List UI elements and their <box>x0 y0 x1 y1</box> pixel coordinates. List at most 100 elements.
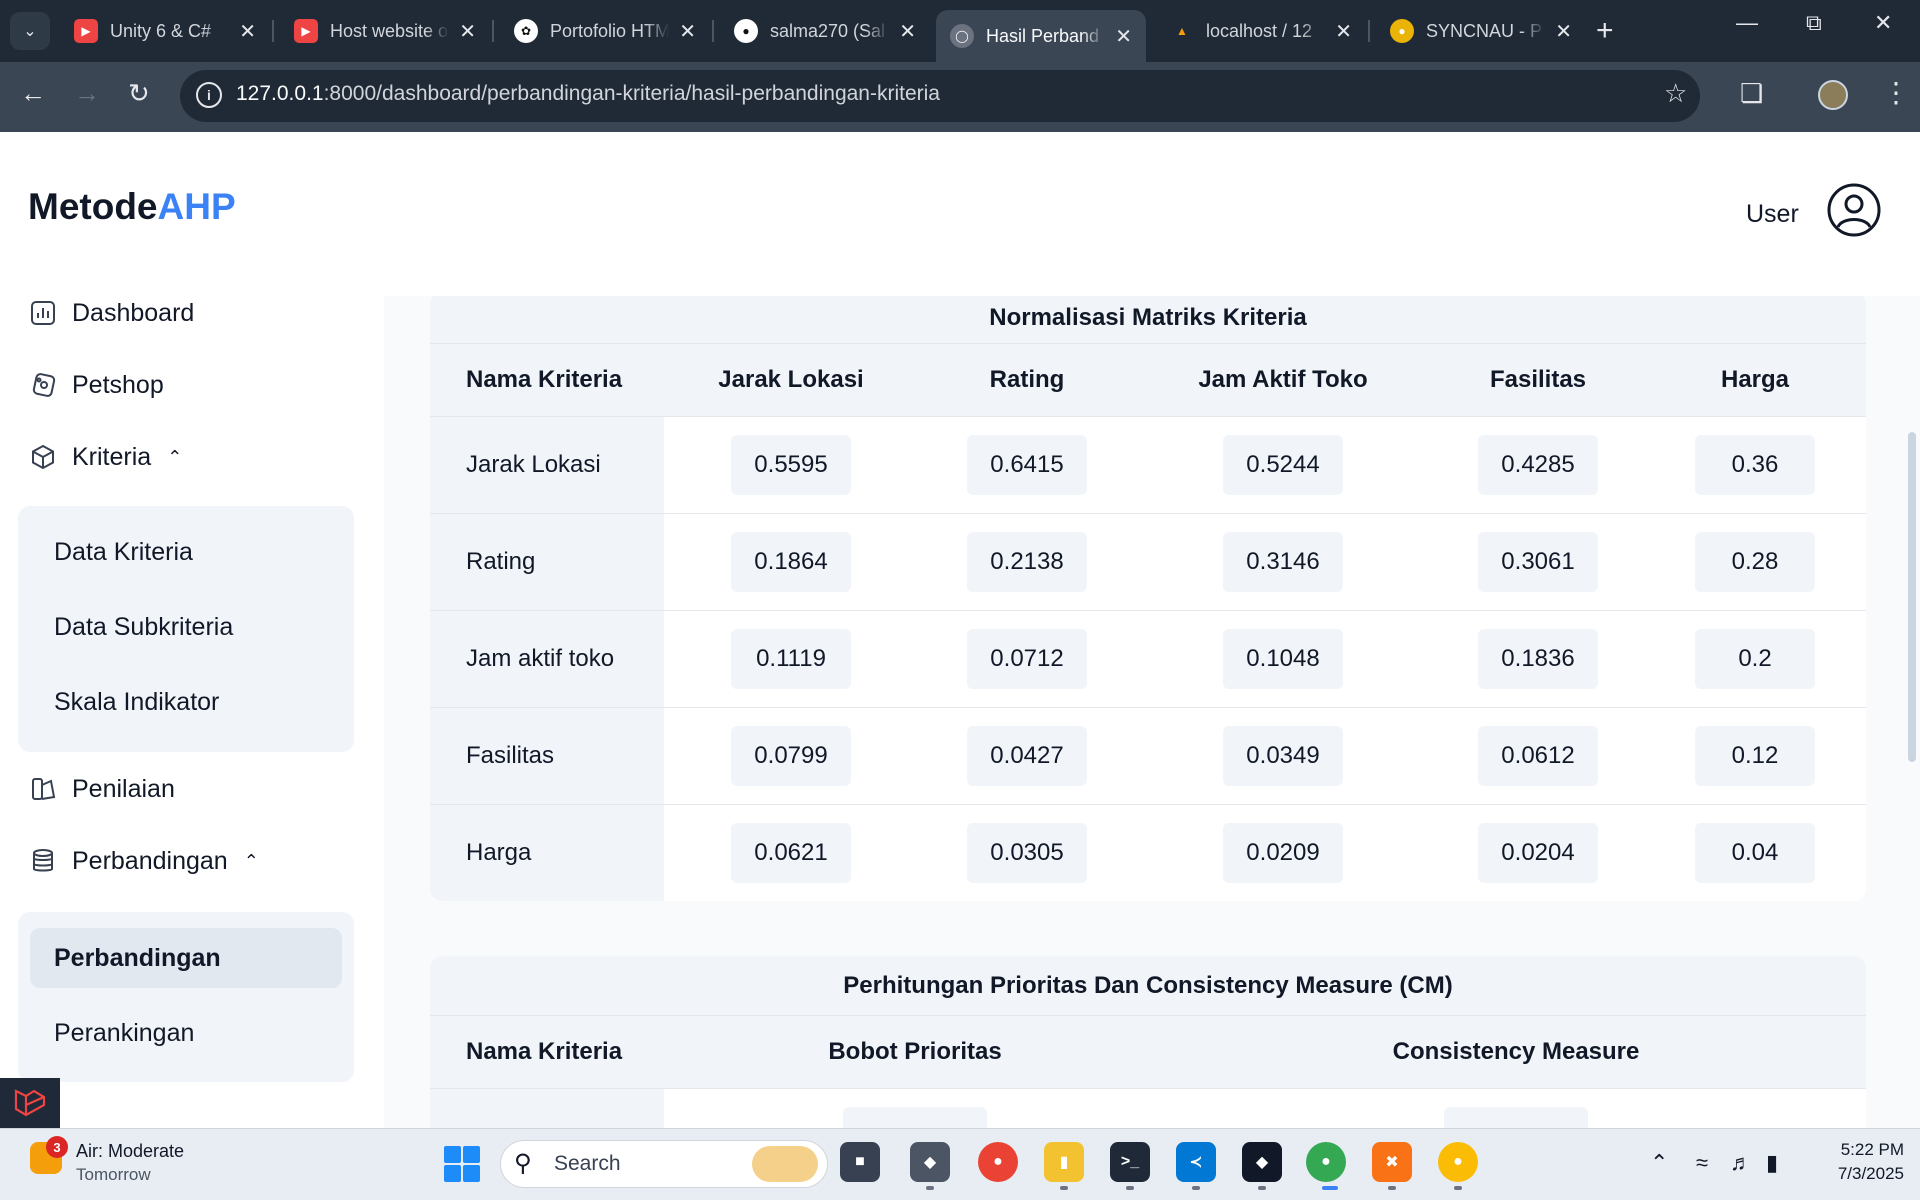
row-name: Jam aktif toko <box>430 611 664 707</box>
tab-divider <box>712 20 714 42</box>
sidebar-item-petshop[interactable]: Petshop <box>28 370 164 400</box>
submenu-item-data-subkriteria[interactable]: Data Subkriteria <box>30 597 342 657</box>
chrome-icon[interactable]: ● <box>978 1142 1018 1182</box>
value-cell: 0.6415 <box>967 435 1087 495</box>
browser-menu-icon[interactable]: ⋮ <box>1882 76 1910 109</box>
tab-divider <box>492 20 494 42</box>
value-cell: 0.0349 <box>1223 726 1343 786</box>
document-icon <box>28 774 58 804</box>
minimize-icon[interactable]: — <box>1736 10 1758 36</box>
close-icon[interactable]: ✕ <box>1335 19 1352 44</box>
bookmark-star-icon[interactable]: ☆ <box>1664 78 1687 109</box>
app-window: MetodeAHP Dashboard Petshop Kriteria ⌃ D… <box>0 132 1920 1128</box>
terminal-icon[interactable]: >_ <box>1110 1142 1150 1182</box>
github-icon: ● <box>734 19 758 43</box>
search-placeholder: Search <box>554 1152 621 1175</box>
value-cell: 0.5244 <box>1223 435 1343 495</box>
browser-tab[interactable]: ▶ Host website o ✕ <box>280 10 490 52</box>
battery-icon[interactable]: ▮ <box>1766 1150 1778 1176</box>
submenu-item-perankingan[interactable]: Perankingan <box>30 1003 342 1063</box>
submenu-item-data-kriteria[interactable]: Data Kriteria <box>30 522 342 582</box>
close-icon[interactable]: ✕ <box>1115 24 1132 49</box>
table-row: Fasilitas 0.0799 0.0427 0.0349 0.0612 0.… <box>430 707 1866 804</box>
table-header-row: Nama Kriteria Bobot Prioritas Consistenc… <box>430 1016 1866 1088</box>
weather-title[interactable]: Air: Moderate <box>76 1141 184 1162</box>
sidebar-item-penilaian[interactable]: Penilaian <box>28 774 175 804</box>
windows-start-icon[interactable] <box>444 1146 480 1182</box>
browser-tab[interactable]: ● SYNCNAU - P ✕ <box>1376 10 1586 52</box>
tab-divider <box>1368 20 1370 42</box>
site-info-icon[interactable]: i <box>196 82 222 108</box>
back-arrow-icon[interactable]: ← <box>20 78 46 109</box>
submenu-item-perbandingan[interactable]: Perbandingan <box>30 928 342 988</box>
url-path: :8000/dashboard/perbandingan-kriteria/ha… <box>323 82 940 105</box>
table-row: Harga 0.0621 0.0305 0.0209 0.0204 0.04 <box>430 804 1866 901</box>
tab-search-button[interactable]: ⌄ <box>10 12 50 50</box>
clock-date[interactable]: 7/3/2025 <box>1808 1164 1904 1184</box>
openai-icon: ✿ <box>514 19 538 43</box>
browser-tab[interactable]: ● salma270 (Sal ✕ <box>720 10 930 52</box>
chart-icon <box>28 298 58 328</box>
value-cell: 0.2138 <box>967 532 1087 592</box>
reload-icon[interactable]: ↻ <box>128 78 150 109</box>
chevron-up-icon: ⌃ <box>243 850 259 871</box>
laravel-debugbar-icon[interactable] <box>0 1078 60 1128</box>
browser-tab[interactable]: ✿ Portofolio HTM ✕ <box>500 10 710 52</box>
close-icon[interactable]: ✕ <box>239 19 256 44</box>
forward-arrow-icon[interactable]: → <box>74 78 100 109</box>
wifi-icon[interactable]: ≈ <box>1696 1150 1708 1176</box>
tray-chevron-up-icon[interactable]: ⌃ <box>1650 1150 1668 1176</box>
prioritas-card: Perhitungan Prioritas Dan Consistency Me… <box>430 956 1866 1128</box>
value-cell: 0.0621 <box>731 823 851 883</box>
running-indicator <box>1126 1186 1134 1190</box>
column-header: Nama Kriteria <box>466 366 623 393</box>
kriteria-submenu: Data Kriteria Data Subkriteria Skala Ind… <box>18 506 354 752</box>
sidebar-item-perbandingan[interactable]: Perbandingan ⌃ <box>28 846 259 876</box>
restore-icon[interactable]: ⧉ <box>1806 10 1822 36</box>
window-close-icon[interactable]: ✕ <box>1874 10 1892 36</box>
close-icon[interactable]: ✕ <box>899 19 916 44</box>
value-cell: 0.0712 <box>967 629 1087 689</box>
browser-tab[interactable]: ▶ Unity 6 & C# ✕ <box>60 10 270 52</box>
extensions-icon[interactable]: ❏ <box>1740 78 1763 109</box>
new-tab-icon[interactable]: + <box>1596 14 1614 48</box>
xampp-icon[interactable]: ✖ <box>1372 1142 1412 1182</box>
url-text[interactable]: 127.0.0.1:8000/dashboard/perbandingan-kr… <box>236 82 940 106</box>
chrome-profile-icon[interactable]: ● <box>1306 1142 1346 1182</box>
value-cell: 0.5595 <box>731 435 851 495</box>
close-icon[interactable]: ✕ <box>679 19 696 44</box>
brand-logo[interactable]: MetodeAHP <box>28 186 236 228</box>
close-icon[interactable]: ✕ <box>1555 19 1572 44</box>
file-explorer-dark-icon[interactable]: ■ <box>840 1142 880 1182</box>
browser-tab[interactable]: ▲ localhost / 12 ✕ <box>1156 10 1366 52</box>
vscode-icon[interactable]: ≺ <box>1176 1142 1216 1182</box>
column-header: Bobot Prioritas <box>828 1038 1002 1065</box>
youtube-icon: ▶ <box>74 19 98 43</box>
tab-title: salma270 (Sal <box>770 20 886 41</box>
volume-icon[interactable]: ♬ <box>1730 1150 1752 1176</box>
running-indicator <box>1192 1186 1200 1190</box>
column-header: Rating <box>989 366 1065 393</box>
chrome-alt-icon[interactable]: ● <box>1438 1142 1478 1182</box>
browser-tab-active[interactable]: ◯ Hasil Perband ✕ <box>936 10 1146 62</box>
clock-time[interactable]: 5:22 PM <box>1824 1140 1904 1160</box>
windows-taskbar <box>0 1128 1920 1200</box>
value-cell: 0.0305 <box>967 823 1087 883</box>
unity-hub-icon[interactable]: ◆ <box>910 1142 950 1182</box>
sidebar-item-kriteria[interactable]: Kriteria ⌃ <box>28 442 182 472</box>
folder-icon[interactable]: ▮ <box>1044 1142 1084 1182</box>
submenu-label: Perbandingan <box>54 943 221 972</box>
weather-badge: 3 <box>46 1136 68 1158</box>
browser-profile-avatar[interactable] <box>1818 80 1848 110</box>
page-scrollbar[interactable] <box>1908 432 1916 762</box>
user-name-label[interactable]: User <box>1746 200 1799 229</box>
sidebar-item-dashboard[interactable]: Dashboard <box>28 298 194 328</box>
value-cell: 0.1836 <box>1478 629 1598 689</box>
submenu-item-skala-indikator[interactable]: Skala Indikator <box>30 672 342 732</box>
running-indicator <box>1454 1186 1462 1190</box>
unity-icon[interactable]: ◆ <box>1242 1142 1282 1182</box>
close-icon[interactable]: ✕ <box>459 19 476 44</box>
column-header: Harga <box>1720 366 1790 393</box>
value-cell: 0.12 <box>1695 726 1815 786</box>
user-avatar-icon[interactable] <box>1826 182 1882 238</box>
